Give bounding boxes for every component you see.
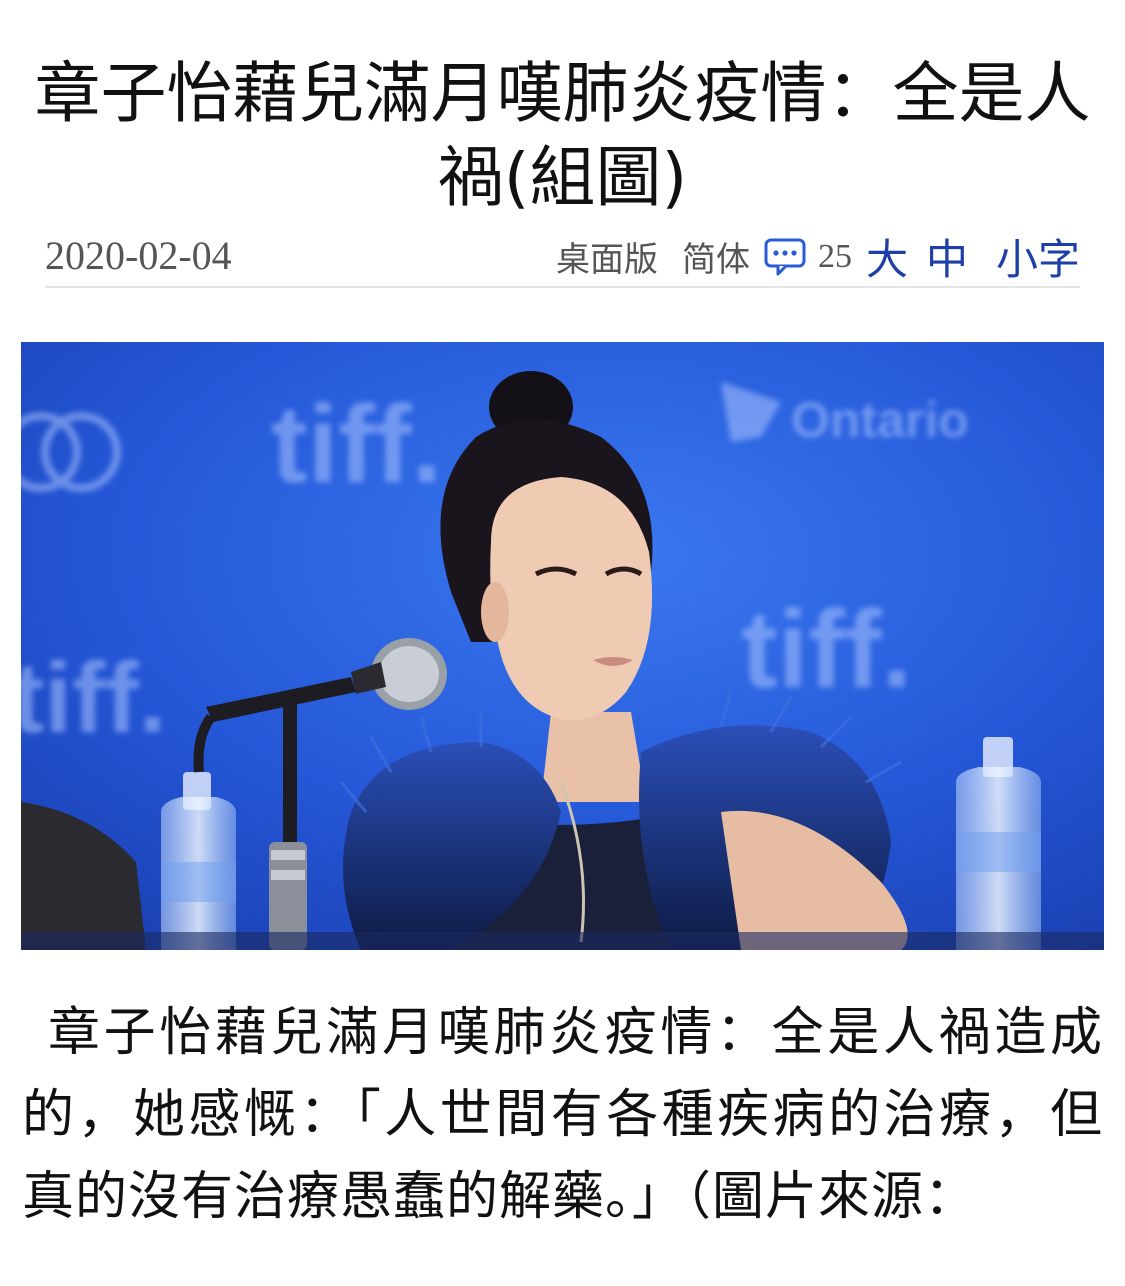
backdrop-logo-text: tiff.: [271, 383, 442, 506]
font-size-large-button[interactable]: 大: [866, 226, 908, 287]
press-conference-photo: tiff. tiff. tiff. Ontario: [21, 342, 1104, 950]
article-photo: tiff. tiff. tiff. Ontario: [21, 342, 1104, 950]
article-toolbar: 桌面版 简体 25 大 中 小字: [556, 226, 1080, 287]
simplified-chinese-link[interactable]: 简体: [682, 232, 750, 281]
article-body-text: 章子怡藉兒滿月嘆肺炎疫情：全是人禍造成的，她感慨：「人世間有各種疾病的治療，但真…: [22, 1003, 1103, 1227]
desktop-version-link[interactable]: 桌面版: [556, 232, 658, 281]
svg-text:tiff.: tiff.: [741, 588, 912, 711]
font-size-medium-button[interactable]: 中: [926, 226, 968, 287]
comment-bubble-icon[interactable]: [764, 237, 806, 277]
sponsor-text: Ontario: [791, 392, 969, 448]
font-size-small-button[interactable]: 小字: [996, 226, 1080, 287]
comment-count[interactable]: 25: [818, 238, 852, 276]
svg-text:tiff.: tiff.: [21, 642, 166, 754]
article-title: 章子怡藉兒滿月嘆肺炎疫情：全是人禍(組圖): [34, 55, 1091, 216]
article-meta-bar: 2020-02-04 桌面版 简体 25 大 中 小字: [45, 222, 1080, 288]
publish-date: 2020-02-04: [45, 233, 232, 278]
